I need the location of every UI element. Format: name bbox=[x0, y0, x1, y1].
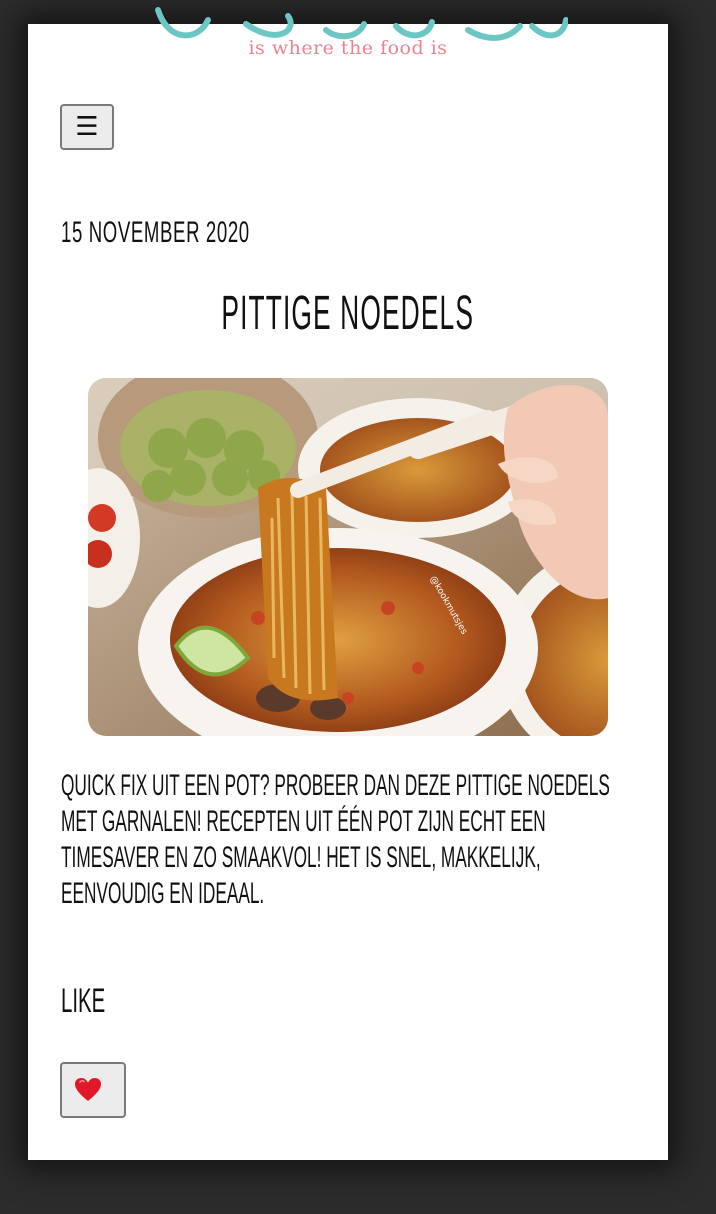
heart-icon bbox=[75, 1078, 101, 1101]
site-logo[interactable]: is where the food is bbox=[28, 0, 668, 90]
hamburger-icon: ☰ bbox=[75, 112, 99, 142]
like-heading: LIKE bbox=[61, 982, 106, 1020]
menu-toggle-button[interactable]: ☰ bbox=[60, 104, 114, 150]
post-featured-image[interactable]: @kookmutsjes bbox=[88, 378, 608, 736]
post-date: 15 november 2020 bbox=[61, 216, 250, 249]
post-title[interactable]: PITTIGE NOEDELS bbox=[28, 286, 668, 341]
site-tagline: is where the food is bbox=[248, 37, 448, 59]
noodle-photo: @kookmutsjes bbox=[88, 378, 608, 736]
like-button[interactable] bbox=[60, 1062, 126, 1118]
post-title-text: PITTIGE NOEDELS bbox=[221, 287, 475, 340]
post-card: is where the food is ☰ 15 november 2020 … bbox=[28, 7, 668, 1160]
post-intro-text: QUICK FIX UIT EEN POT? PROBEER DAN DEZE … bbox=[61, 769, 610, 910]
